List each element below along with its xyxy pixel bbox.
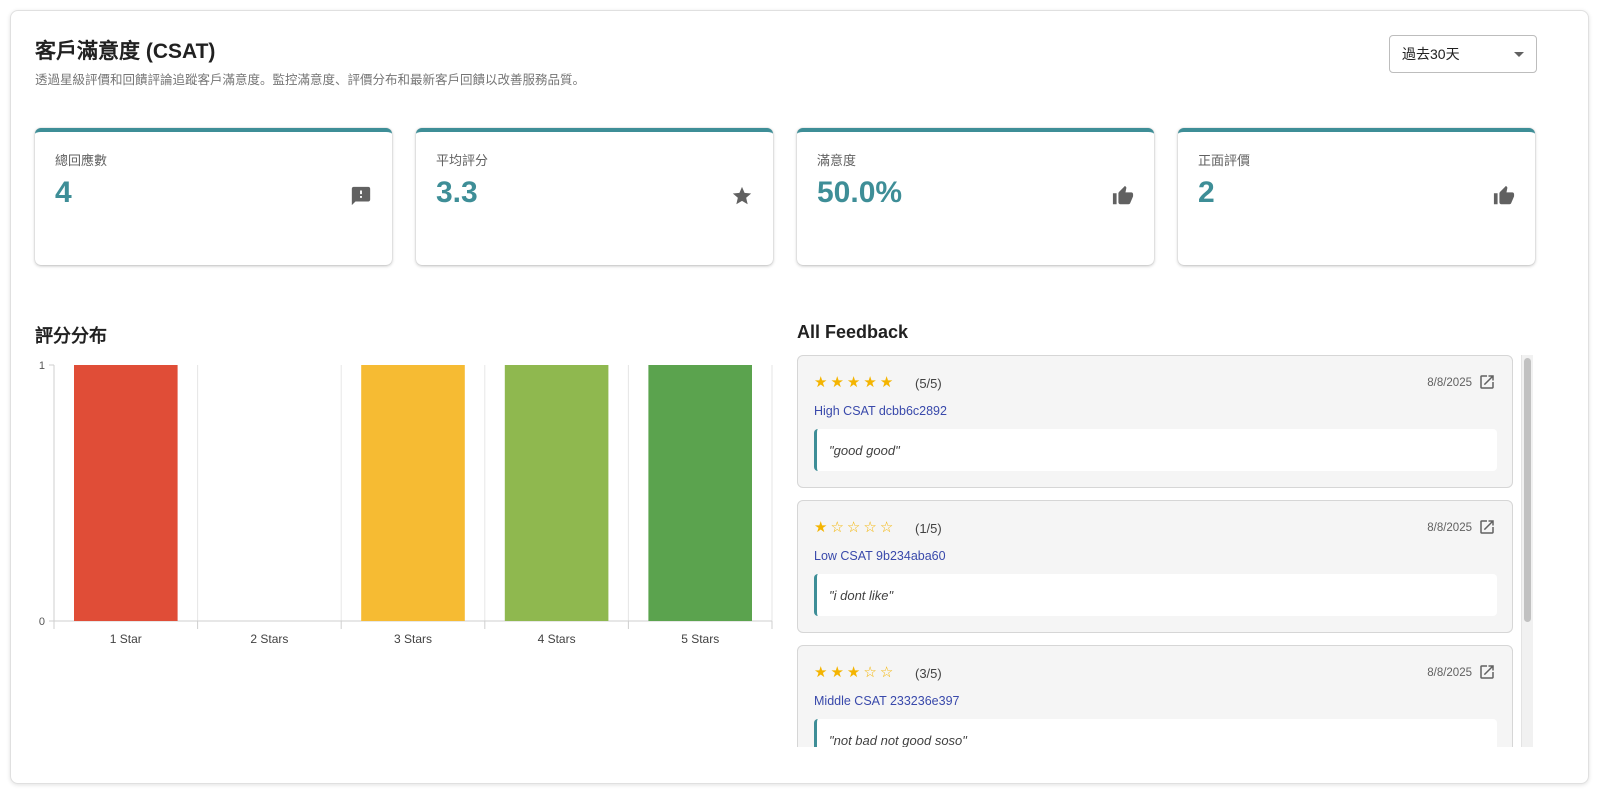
star-filled-icon: ★ <box>846 374 861 391</box>
star-filled-icon: ★ <box>863 374 877 391</box>
rating-score: (1/5) <box>915 521 942 536</box>
kpi-card-positive-reviews: 正面評價 2 <box>1178 128 1535 265</box>
star-rating: ★ ☆ ☆ ☆ ☆ <box>814 520 893 536</box>
kpi-label: 平均評分 <box>436 153 489 168</box>
feedback-comment: "i dont like" <box>814 574 1497 616</box>
star-empty-icon: ☆ <box>863 664 877 681</box>
kpi-card-satisfaction: 滿意度 50.0% <box>797 128 1154 265</box>
star-filled-icon: ★ <box>879 374 894 391</box>
open-in-new-icon[interactable] <box>1478 518 1496 536</box>
feedback-date: 8/8/2025 <box>1427 377 1472 389</box>
kpi-label: 滿意度 <box>817 153 857 168</box>
rating-score: (5/5) <box>915 376 942 391</box>
x-tick-label: 5 Stars <box>681 632 719 646</box>
bar <box>504 365 609 621</box>
feedback-scrollbar[interactable] <box>1521 355 1533 747</box>
star-rating: ★ ★ ★ ★ ★ <box>814 375 893 391</box>
rating-score: (3/5) <box>915 666 942 681</box>
open-in-new-icon[interactable] <box>1478 663 1496 681</box>
star-icon <box>732 186 752 205</box>
star-empty-icon: ☆ <box>863 519 877 536</box>
x-tick-label: 4 Stars <box>538 632 576 646</box>
feedback-title: All Feedback <box>797 322 909 342</box>
scrollbar-thumb[interactable] <box>1524 358 1531 622</box>
date-range-select[interactable]: 過去30天 <box>1389 35 1537 73</box>
open-in-new-icon[interactable] <box>1478 373 1496 391</box>
thumb-up-icon <box>1493 185 1515 205</box>
star-filled-icon: ★ <box>814 664 828 681</box>
kpi-value: 3.3 <box>436 176 478 209</box>
star-empty-icon: ☆ <box>879 664 894 681</box>
x-tick-label: 2 Stars <box>250 632 288 646</box>
feedback-date: 8/8/2025 <box>1427 667 1472 679</box>
feedback-card: ★ ★ ★ ★ ★ (5/5) 8/8/2025 High CSAT dcbb6c289… <box>797 355 1513 488</box>
kpi-value: 2 <box>1198 176 1215 209</box>
kpi-value: 4 <box>55 176 72 209</box>
star-empty-icon: ☆ <box>879 519 894 536</box>
bar <box>648 365 752 621</box>
star-empty-icon: ☆ <box>846 519 861 536</box>
y-tick-label: 1 <box>39 360 45 372</box>
rating-distribution-chart: 0 1 1 Star 2 Stars 3 Stars 4 Stars 5 Stars <box>21 351 781 671</box>
thumb-up-icon <box>1112 185 1134 205</box>
star-empty-icon: ☆ <box>830 519 844 536</box>
star-rating: ★ ★ ★ ☆ ☆ <box>814 665 893 681</box>
page-subtitle: 透過星級評價和回饋評論追蹤客戶滿意度。監控滿意度、評價分布和最新客戶回饋以改善服… <box>35 73 586 87</box>
feedback-card: ★ ☆ ☆ ☆ ☆ (1/5) 8/8/2025 Low CSAT 9b234aba60… <box>797 500 1513 633</box>
csat-panel: 客戶滿意度 (CSAT) 透過星級評價和回饋評論追蹤客戶滿意度。監控滿意度、評價… <box>10 10 1589 784</box>
feedback-conversation-link[interactable]: Low CSAT 9b234aba60 <box>814 549 946 563</box>
feedback-comment: "good good" <box>814 429 1497 471</box>
star-filled-icon: ★ <box>814 519 828 536</box>
kpi-card-average-rating: 平均評分 3.3 <box>416 128 773 265</box>
feedback-date: 8/8/2025 <box>1427 522 1472 534</box>
star-filled-icon: ★ <box>814 374 828 391</box>
star-filled-icon: ★ <box>830 664 844 681</box>
bar <box>361 365 465 621</box>
feedback-list[interactable]: ★ ★ ★ ★ ★ (5/5) 8/8/2025 High CSAT dcbb6c289… <box>797 355 1523 747</box>
star-filled-icon: ★ <box>830 374 844 391</box>
kpi-card-total-responses: 總回應數 4 <box>35 128 392 265</box>
bar <box>74 365 178 621</box>
feedback-conversation-link[interactable]: High CSAT dcbb6c2892 <box>814 404 947 418</box>
date-range-value: 過去30天 <box>1402 46 1460 62</box>
kpi-label: 正面評價 <box>1198 153 1251 168</box>
chart-svg: 0 1 1 Star 2 Stars 3 Stars 4 Stars 5 Stars <box>39 360 773 646</box>
kpi-label: 總回應數 <box>55 153 108 168</box>
distribution-title: 評分分布 <box>35 326 107 346</box>
feedback-icon <box>351 186 371 206</box>
page-title: 客戶滿意度 (CSAT) <box>35 40 216 63</box>
star-filled-icon: ★ <box>846 664 861 681</box>
x-tick-label: 1 Star <box>110 632 142 646</box>
caret-down-icon <box>1514 51 1524 57</box>
x-tick-label: 3 Stars <box>394 632 432 646</box>
kpi-value: 50.0% <box>817 176 903 209</box>
feedback-conversation-link[interactable]: Middle CSAT 233236e397 <box>814 694 959 708</box>
feedback-comment: "not bad not good soso" <box>814 719 1497 747</box>
feedback-card: ★ ★ ★ ☆ ☆ (3/5) 8/8/2025 Middle CSAT 233236e… <box>797 645 1513 747</box>
y-tick-label: 0 <box>39 616 45 628</box>
